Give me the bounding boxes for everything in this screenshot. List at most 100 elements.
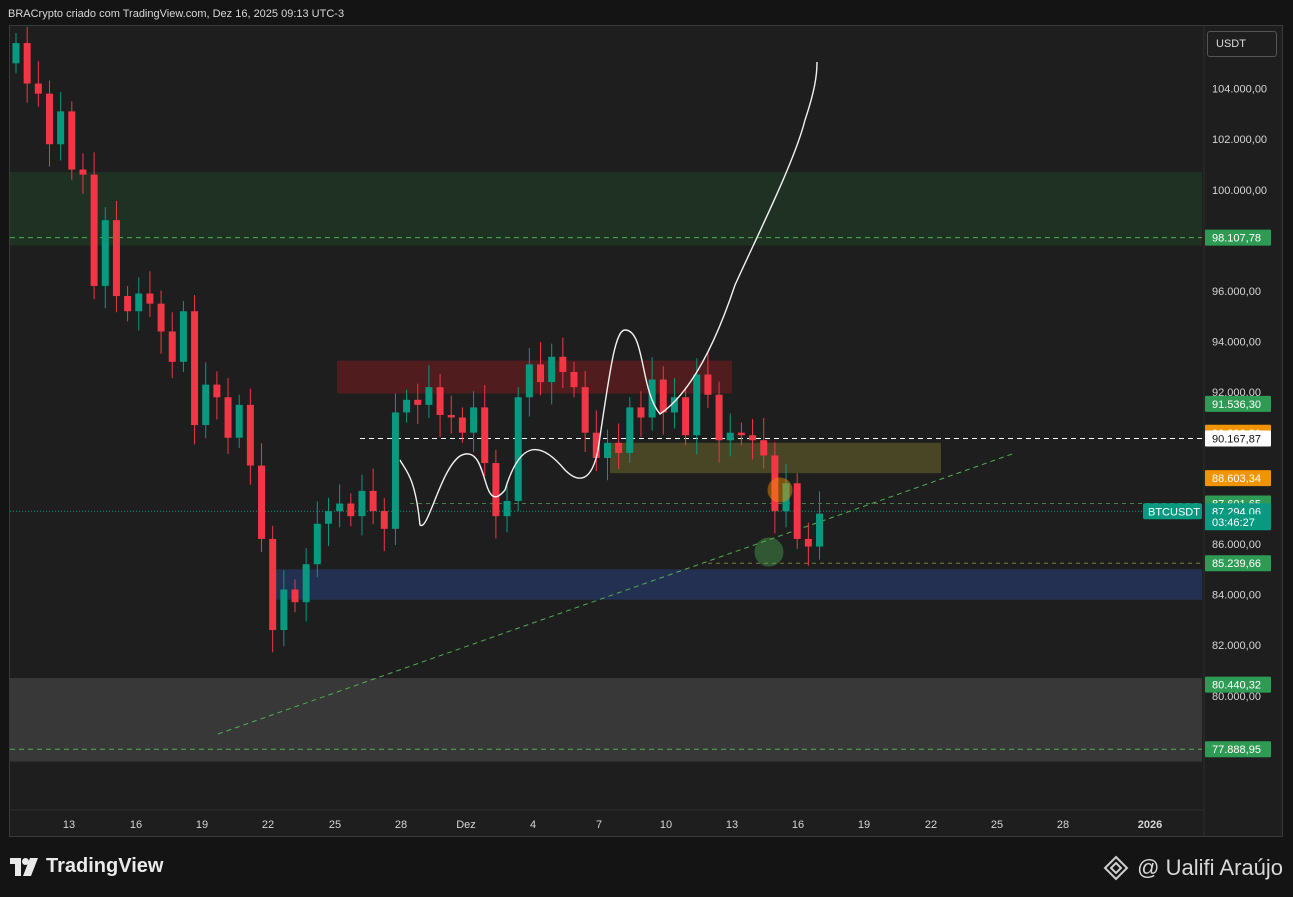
candle-body (324, 511, 332, 524)
candle-body (179, 311, 187, 362)
candle-body (23, 43, 31, 84)
candle-body (481, 407, 489, 464)
orange-circle-marker (767, 477, 793, 503)
price-label-text: 77.888,95 (1212, 744, 1261, 756)
price-label-text: 98.107,78 (1212, 233, 1261, 245)
candle-body (816, 513, 824, 547)
candle-body (548, 356, 556, 383)
price-label: 88.603,34 (1205, 470, 1271, 487)
symbol-tag-text: BTCUSDT (1148, 506, 1200, 518)
currency-selector[interactable]: USDT (1207, 31, 1277, 57)
candle-body (146, 293, 154, 304)
zone-green-resistance (10, 172, 1202, 246)
price-label-text: 03:46:27 (1212, 517, 1255, 529)
candle-body (191, 311, 199, 426)
candle-body (637, 407, 645, 418)
candle-body (704, 374, 712, 395)
candle-body (615, 442, 623, 453)
candle-body (280, 589, 288, 631)
tradingview-brand: TradingView (46, 855, 164, 877)
candle-body (213, 384, 221, 398)
y-tick-label: 82.000,00 (1212, 640, 1261, 652)
x-tick-label: 25 (329, 819, 341, 831)
x-tick-label: Dez (456, 819, 476, 831)
candle-body (157, 303, 165, 332)
y-tick-label: 86.000,00 (1212, 539, 1261, 551)
price-label-text: 85.239,66 (1212, 558, 1261, 570)
candle-body (537, 364, 545, 383)
x-tick-label: 22 (925, 819, 937, 831)
x-tick-label: 7 (596, 819, 602, 831)
candle-body (737, 432, 745, 436)
x-tick-label: 28 (395, 819, 407, 831)
x-tick-label: 10 (660, 819, 672, 831)
candle-body (358, 490, 366, 517)
candle-body (559, 356, 567, 372)
x-tick-label: 19 (196, 819, 208, 831)
x-tick-label: 13 (63, 819, 75, 831)
candle-body (336, 503, 344, 512)
candle-body (793, 483, 801, 539)
candle-body (403, 399, 411, 413)
zone-red-supply (337, 360, 732, 394)
candle-body (804, 538, 812, 547)
candle-body (90, 174, 98, 286)
x-tick-label: 2026 (1138, 819, 1162, 831)
candle-body (760, 440, 768, 456)
author-signature: @ Ualifi Araújo (1103, 855, 1283, 881)
green-circle-marker (754, 537, 784, 567)
candle-body (693, 374, 701, 436)
candlestick-chart[interactable]: 106.000,00104.000,00102.000,00100.000,00… (0, 0, 1293, 897)
candle-body (291, 589, 299, 603)
candle-body (57, 111, 65, 145)
candle-body (68, 111, 76, 170)
candle-body (525, 364, 533, 398)
x-tick-label: 4 (530, 819, 536, 831)
candle-body (269, 538, 277, 631)
candle-body (246, 404, 254, 466)
candle-body (112, 220, 120, 297)
candle-body (514, 397, 522, 501)
candle-body (302, 564, 310, 603)
candle-body (79, 169, 87, 175)
candle-body (414, 399, 422, 405)
author-name: @ Ualifi Araújo (1137, 855, 1283, 880)
price-label: 03:46:27 (1205, 514, 1271, 531)
price-label: 90.167,87 (1205, 430, 1271, 447)
y-tick-label: 104.000,00 (1212, 84, 1267, 96)
candle-body (202, 384, 210, 426)
x-tick-label: 28 (1057, 819, 1069, 831)
y-tick-label: 100.000,00 (1212, 185, 1267, 197)
candle-body (224, 397, 232, 438)
candle-body (391, 412, 399, 529)
zone-blue-demand (276, 569, 1202, 600)
candle-body (458, 417, 466, 433)
candle-body (425, 387, 433, 405)
candle-body (45, 93, 53, 145)
candle-body (659, 379, 667, 413)
y-tick-label: 96.000,00 (1212, 286, 1261, 298)
x-tick-label: 16 (792, 819, 804, 831)
candle-body (124, 296, 132, 312)
candle-body (12, 43, 20, 64)
candle-body (313, 523, 321, 565)
price-label: 91.536,30 (1205, 395, 1271, 412)
tradingview-icon (10, 857, 38, 876)
price-label: 98.107,78 (1205, 229, 1271, 246)
x-tick-label: 13 (726, 819, 738, 831)
candle-body (470, 407, 478, 433)
candle-body (436, 387, 444, 415)
candle-body (447, 414, 455, 418)
candle-body (347, 503, 355, 517)
candle-body (749, 435, 757, 441)
candle-body (626, 407, 634, 453)
tradingview-logo[interactable]: TradingView (10, 855, 163, 878)
candle-body (369, 490, 377, 512)
price-label-text: 90.167,87 (1212, 434, 1261, 446)
candle-body (168, 331, 176, 362)
price-label: 85.239,66 (1205, 555, 1271, 572)
candle-body (570, 371, 578, 388)
x-tick-label: 25 (991, 819, 1003, 831)
candle-body (581, 387, 589, 433)
y-tick-label: 102.000,00 (1212, 134, 1267, 146)
